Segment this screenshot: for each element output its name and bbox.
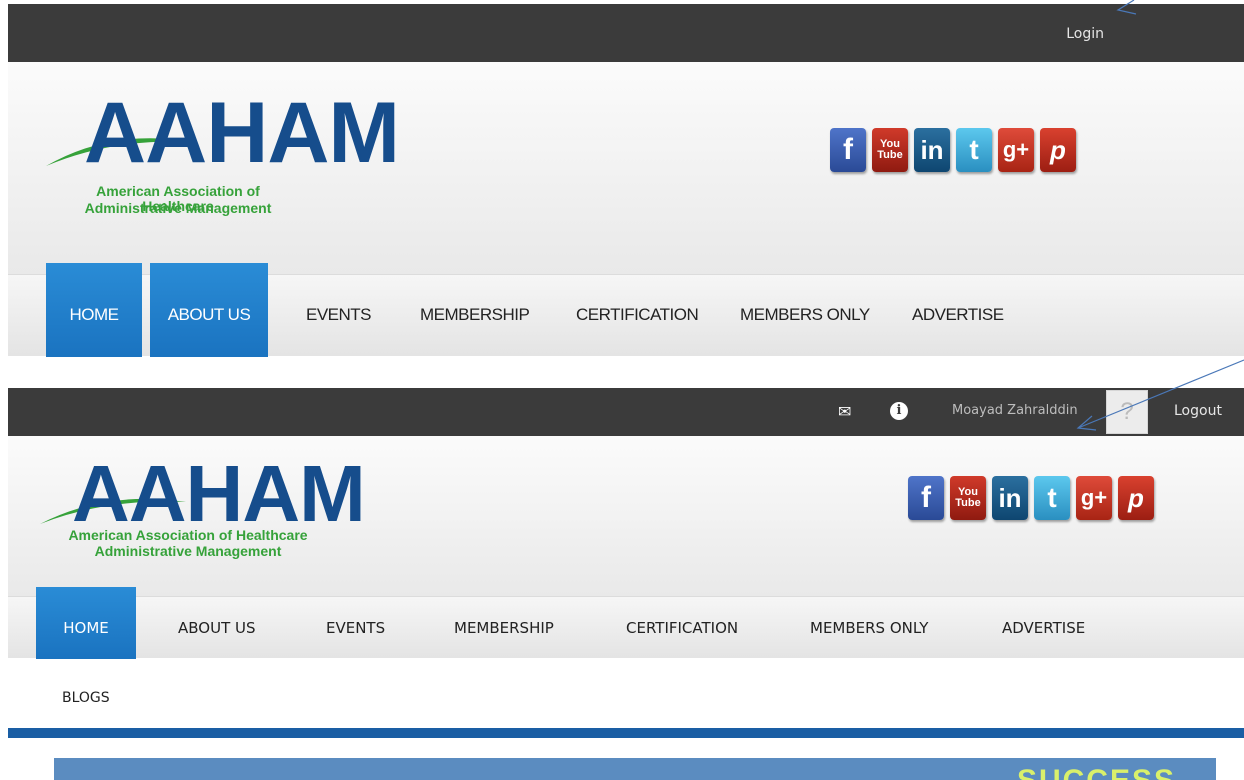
tumblr-icon[interactable]: t [1034, 476, 1070, 520]
info-icon[interactable]: i [890, 402, 908, 420]
google-plus-icon[interactable]: g+ [1076, 476, 1112, 520]
site-header-logged-out: AAHAM American Association of Healthcare… [8, 62, 1244, 274]
top-bar-logged-in: ✉ i Moayad Zahralddin ? Logout [8, 388, 1244, 436]
youtube-icon[interactable]: You Tube [950, 476, 986, 520]
logo-wordmark: AAHAM [72, 449, 366, 538]
nav-item-blogs[interactable]: BLOGS [62, 690, 110, 706]
logo-wordmark: AAHAM [84, 85, 400, 181]
aaham-logo[interactable]: AAHAM American Association of Healthcare… [36, 454, 366, 584]
logo-tagline-line2: Administrative Management [84, 200, 272, 216]
logout-link[interactable]: Logout [1174, 403, 1222, 419]
nav-item-advertise[interactable]: ADVERTISE [1002, 619, 1085, 637]
youtube-icon[interactable]: You Tube [872, 128, 908, 172]
envelope-icon[interactable]: ✉ [838, 402, 851, 422]
banner-text: SUCCESS [1017, 764, 1176, 780]
tumblr-icon[interactable]: t [956, 128, 992, 172]
linkedin-icon[interactable]: in [992, 476, 1028, 520]
nav-item-events[interactable]: EVENTS [326, 619, 385, 637]
aaham-logo[interactable]: AAHAM American Association of Healthcare… [46, 90, 400, 230]
nav-item-advertise[interactable]: ADVERTISE [912, 305, 1004, 325]
nav-item-about-us[interactable]: ABOUT US [178, 619, 256, 637]
nav-item-membership[interactable]: MEMBERSHIP [454, 619, 554, 637]
logo-tagline-line1: American Association of Healthcare [68, 527, 308, 543]
nav-item-members-only[interactable]: MEMBERS ONLY [740, 305, 870, 325]
nav-item-certification[interactable]: CERTIFICATION [576, 305, 699, 325]
blue-divider [8, 728, 1244, 738]
google-plus-icon[interactable]: g+ [998, 128, 1034, 172]
facebook-icon[interactable]: f [908, 476, 944, 520]
social-links: f You Tube in t g+ p [908, 476, 1154, 520]
logo-tagline-line2: Administrative Management [94, 543, 282, 559]
avatar[interactable]: ? [1106, 390, 1148, 434]
nav-item-members-only[interactable]: MEMBERS ONLY [810, 619, 928, 637]
linkedin-icon[interactable]: in [914, 128, 950, 172]
login-link[interactable]: Login [1066, 26, 1104, 42]
site-header-logged-in: AAHAM American Association of Healthcare… [8, 436, 1244, 596]
top-bar-logged-out: Login [8, 4, 1244, 62]
nav-item-certification[interactable]: CERTIFICATION [626, 619, 738, 637]
user-name-link[interactable]: Moayad Zahralddin [952, 403, 1078, 418]
facebook-icon[interactable]: f [830, 128, 866, 172]
nav-item-home[interactable]: HOME [46, 263, 142, 357]
social-links: f You Tube in t g+ p [830, 128, 1076, 172]
pinterest-icon[interactable]: p [1118, 476, 1154, 520]
nav-item-home[interactable]: HOME [36, 587, 136, 659]
hero-banner: SUCCESS [54, 758, 1216, 780]
main-nav-logged-out: HOME ABOUT US EVENTS MEMBERSHIP CERTIFIC… [8, 263, 1244, 357]
nav-item-events[interactable]: EVENTS [306, 305, 372, 325]
main-nav-logged-in: HOME ABOUT US EVENTS MEMBERSHIP CERTIFIC… [8, 587, 1244, 659]
nav-item-about-us[interactable]: ABOUT US [150, 263, 268, 357]
nav-item-membership[interactable]: MEMBERSHIP [420, 305, 530, 325]
pinterest-icon[interactable]: p [1040, 128, 1076, 172]
